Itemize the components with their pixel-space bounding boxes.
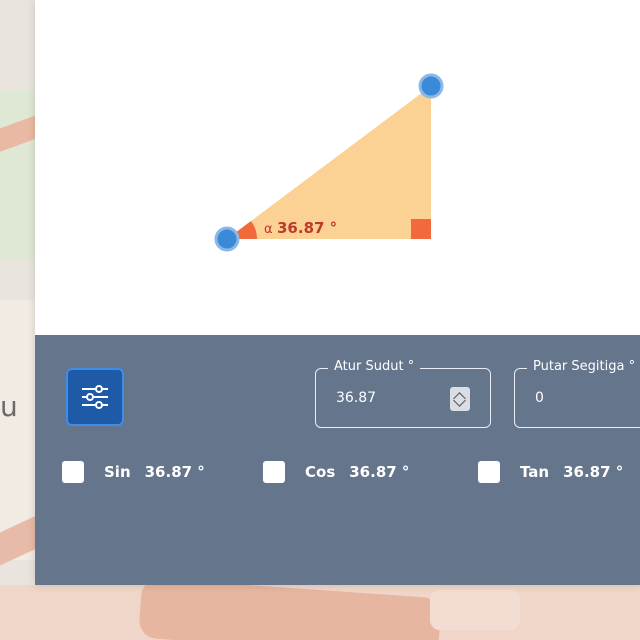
angle-label: 36.87 ° xyxy=(277,219,337,237)
cos-label: Cos xyxy=(305,463,336,481)
triangle-canvas: α 36.87 ° xyxy=(35,0,640,335)
set-angle-label: Atur Sudut ° xyxy=(328,359,421,374)
background-letter: u xyxy=(0,390,18,423)
settings-button[interactable] xyxy=(66,368,124,426)
set-angle-input[interactable]: 36.87 xyxy=(336,390,376,406)
sin-value: 36.87 ° xyxy=(144,463,205,481)
sin-option: Sin 36.87 ° xyxy=(62,461,205,483)
rotate-triangle-field[interactable]: Putar Segitiga ° 0 xyxy=(514,359,640,428)
tan-option: Tan 36.87 ° xyxy=(478,461,623,483)
rotate-triangle-label: Putar Segitiga ° xyxy=(527,359,640,374)
rotate-triangle-input[interactable]: 0 xyxy=(535,390,544,406)
tan-value: 36.87 ° xyxy=(563,463,624,481)
angle-stepper[interactable] xyxy=(450,387,470,411)
set-angle-field[interactable]: Atur Sudut ° 36.87 xyxy=(315,359,491,428)
trig-modal: α 36.87 ° Atur Sudut ° 36.87 Putar Segit… xyxy=(35,0,640,585)
cos-option: Cos 36.87 ° xyxy=(263,461,409,483)
sin-label: Sin xyxy=(104,463,131,481)
sliders-icon xyxy=(82,385,108,409)
cos-value: 36.87 ° xyxy=(349,463,410,481)
vertex-handle-left[interactable] xyxy=(214,226,240,252)
tan-checkbox[interactable] xyxy=(478,461,500,483)
right-triangle[interactable] xyxy=(227,86,431,239)
right-angle-marker xyxy=(411,219,431,239)
angle-symbol: α xyxy=(264,222,273,237)
sin-checkbox[interactable] xyxy=(62,461,84,483)
control-panel: Atur Sudut ° 36.87 Putar Segitiga ° 0 Si… xyxy=(35,335,640,585)
tan-label: Tan xyxy=(520,463,550,481)
cos-checkbox[interactable] xyxy=(263,461,285,483)
vertex-handle-top[interactable] xyxy=(418,73,444,99)
